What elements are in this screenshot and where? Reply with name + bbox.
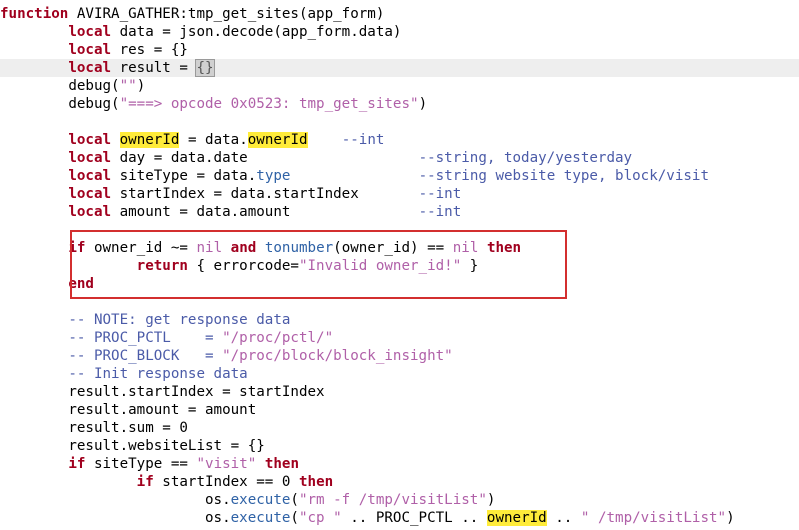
keyword: local: [68, 186, 112, 202]
code-text: res = {}: [111, 42, 188, 58]
keyword: local: [68, 132, 112, 148]
code-text: AVIRA_GATHER:tmp_get_sites(app_form): [68, 6, 385, 22]
code-line-8: local ownerId = data.ownerId --int: [0, 131, 799, 149]
keyword: local: [68, 150, 112, 166]
code-line-24: result.sum = 0: [0, 419, 799, 437]
comment: -- NOTE: get response data: [68, 312, 291, 328]
string-literal: "": [119, 78, 137, 94]
keyword: local: [68, 204, 112, 220]
search-highlight: ownerId: [486, 510, 547, 526]
code-line-22: result.startIndex = startIndex: [0, 383, 799, 401]
code-text: (: [290, 492, 299, 508]
code-text: startIndex = data.startIndex: [111, 186, 419, 202]
comment: -- Init response data: [68, 366, 248, 382]
code-line-23: result.amount = amount: [0, 401, 799, 419]
code-line-20: -- PROC_BLOCK = "/proc/block/block_insig…: [0, 347, 799, 365]
code-text: ): [418, 96, 428, 112]
code-line-19: -- PROC_PCTL = "/proc/pctl/": [0, 329, 799, 347]
comment: -- PROC_PCTL =: [68, 330, 223, 346]
code-text: os.: [205, 492, 231, 508]
code-line-26: if siteType == "visit" then: [0, 455, 799, 473]
string-literal: "===> opcode 0x0523: tmp_get_sites": [119, 96, 419, 112]
comment: --int: [418, 186, 462, 202]
code-text: startIndex == 0: [153, 474, 299, 490]
code-text: result.startIndex = startIndex: [68, 384, 325, 400]
code-text: ): [726, 510, 735, 526]
annotation-highlight-box: [70, 230, 567, 299]
code-text: debug(: [68, 78, 120, 94]
string-literal: "visit": [196, 456, 257, 472]
code-line-28: os.execute("rm -f /tmp/visitList"): [0, 491, 799, 509]
code-line-27: if startIndex == 0 then: [0, 473, 799, 491]
code-text: (: [290, 510, 299, 526]
code-line-25: result.websiteList = {}: [0, 437, 799, 455]
search-highlight: ownerId: [247, 132, 308, 148]
code-text: amount = data.amount: [111, 204, 419, 220]
builtin-function: type: [256, 168, 291, 184]
code-line-29: os.execute("cp " .. PROC_PCTL .. ownerId…: [0, 509, 799, 527]
keyword: if: [68, 456, 86, 472]
comment: --int: [307, 132, 385, 148]
keyword: local: [68, 60, 112, 76]
code-text: ..: [546, 510, 581, 526]
keyword: function: [0, 6, 69, 22]
code-text: result =: [111, 60, 197, 76]
keyword: then: [298, 474, 334, 490]
string-literal: "cp ": [298, 510, 342, 526]
keyword: if: [136, 474, 154, 490]
string-literal: "/proc/pctl/": [222, 330, 334, 346]
code-text: debug(: [68, 96, 120, 112]
code-text: ): [486, 492, 496, 508]
code-text: result.sum = 0: [68, 420, 188, 436]
code-text: = data.: [179, 132, 248, 148]
builtin-function: execute: [230, 492, 291, 508]
code-line-12: local amount = data.amount --int: [0, 203, 799, 221]
search-highlight: ownerId: [119, 132, 180, 148]
code-line-3: local res = {}: [0, 41, 799, 59]
code-line-10: local siteType = data.type --string webs…: [0, 167, 799, 185]
code-line-21: -- Init response data: [0, 365, 799, 383]
code-text: .. PROC_PCTL ..: [341, 510, 487, 526]
code-editor[interactable]: function AVIRA_GATHER:tmp_get_sites(app_…: [0, 0, 799, 530]
code-text: data = json.decode(app_form.data): [111, 24, 402, 40]
code-text: siteType ==: [85, 456, 197, 472]
code-text: day = data.date: [111, 150, 419, 166]
code-text: siteType = data.: [111, 168, 257, 184]
keyword: local: [68, 24, 112, 40]
string-literal: "rm -f /tmp/visitList": [298, 492, 487, 508]
code-line-11: local startIndex = data.startIndex --int: [0, 185, 799, 203]
code-line-9: local day = data.date --string, today/ye…: [0, 149, 799, 167]
code-text: os.: [205, 510, 231, 526]
comment: -- PROC_BLOCK =: [68, 348, 223, 364]
code-line-4-current: local result = {}: [0, 59, 799, 77]
comment: --string website type, block/visit: [418, 168, 709, 184]
code-line-5: debug(""): [0, 77, 799, 95]
comment: --int: [418, 204, 462, 220]
keyword: then: [264, 456, 299, 472]
code-text: ): [136, 78, 146, 94]
code-text: result.amount = amount: [68, 402, 257, 418]
code-line-2: local data = json.decode(app_form.data): [0, 23, 799, 41]
keyword: local: [68, 42, 112, 58]
comment: --string, today/yesterday: [418, 150, 633, 166]
code-line-6: debug("===> opcode 0x0523: tmp_get_sites…: [0, 95, 799, 113]
keyword: local: [68, 168, 112, 184]
text-cursor: {}: [195, 59, 215, 77]
code-line-18: -- NOTE: get response data: [0, 311, 799, 329]
string-literal: "/proc/block/block_insight": [222, 348, 453, 364]
code-text: result.websiteList = {}: [68, 438, 265, 454]
code-line-1: function AVIRA_GATHER:tmp_get_sites(app_…: [0, 5, 799, 23]
string-literal: " /tmp/visitList": [580, 510, 727, 526]
builtin-function: execute: [230, 510, 291, 526]
